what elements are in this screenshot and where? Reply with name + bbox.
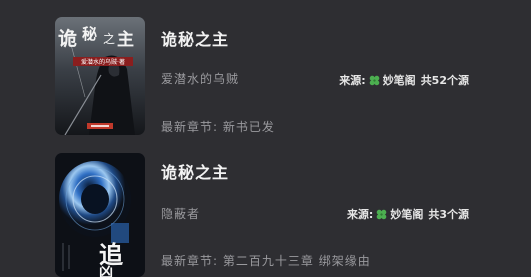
book-title: 诡秘之主: [161, 30, 230, 49]
source-name: 妙笔阁: [382, 74, 416, 87]
cover-subtitle: 爱潜水的乌贼·著: [81, 58, 125, 66]
source-count: 共3个源: [428, 208, 469, 221]
book-item[interactable]: 追 凶 诡秘之主 隐蔽者 来源: 妙笔阁 共3个源 最新章节: 第二百九十三章 …: [0, 143, 531, 277]
source-label: 来源:: [339, 74, 366, 87]
source-label: 来源:: [346, 208, 374, 221]
book-cover[interactable]: 追 凶: [55, 153, 145, 277]
book-item[interactable]: 诡 秘 之 主 爱潜水的乌贼·著 诡秘之主 爱潜水的乌贼 来源: 妙笔阁 共52…: [0, 0, 531, 135]
cover-title-text: 诡: [58, 27, 77, 50]
latest-chapter-label: 最新章节:: [161, 120, 219, 134]
latest-chapter-label: 最新章节:: [161, 254, 219, 268]
latest-chapter: 最新章节: 新书已发: [161, 118, 275, 135]
cover-title-text: 之: [103, 32, 115, 46]
book-source[interactable]: 来源: 妙笔阁 共3个源: [347, 206, 469, 222]
cover-title-text: 秘: [82, 25, 97, 43]
book-cover-art: 诡 秘 之 主 爱潜水的乌贼·著: [55, 17, 145, 135]
source-name: 妙笔阁: [390, 208, 424, 221]
book-cover[interactable]: 诡 秘 之 主 爱潜水的乌贼·著: [55, 17, 145, 135]
book-title: 诡秘之主: [161, 163, 230, 182]
source-count: 共52个源: [420, 74, 469, 87]
book-author: 爱潜水的乌贼: [161, 72, 240, 86]
book-source[interactable]: 来源: 妙笔阁 共52个源: [339, 72, 469, 88]
clover-icon: [377, 209, 387, 219]
latest-chapter-title: 第二百九十三章 绑架缘由: [222, 254, 371, 268]
cover-title-text: 凶: [99, 265, 113, 277]
book-list: 诡 秘 之 主 爱潜水的乌贼·著 诡秘之主 爱潜水的乌贼 来源: 妙笔阁 共52…: [0, 0, 531, 277]
latest-chapter-title: 新书已发: [222, 120, 275, 134]
book-cover-art: 追 凶: [55, 153, 145, 277]
cover-title-text: 主: [117, 29, 134, 50]
clover-icon: [369, 75, 379, 85]
book-author: 隐蔽者: [161, 207, 201, 221]
latest-chapter: 最新章节: 第二百九十三章 绑架缘由: [161, 252, 371, 269]
